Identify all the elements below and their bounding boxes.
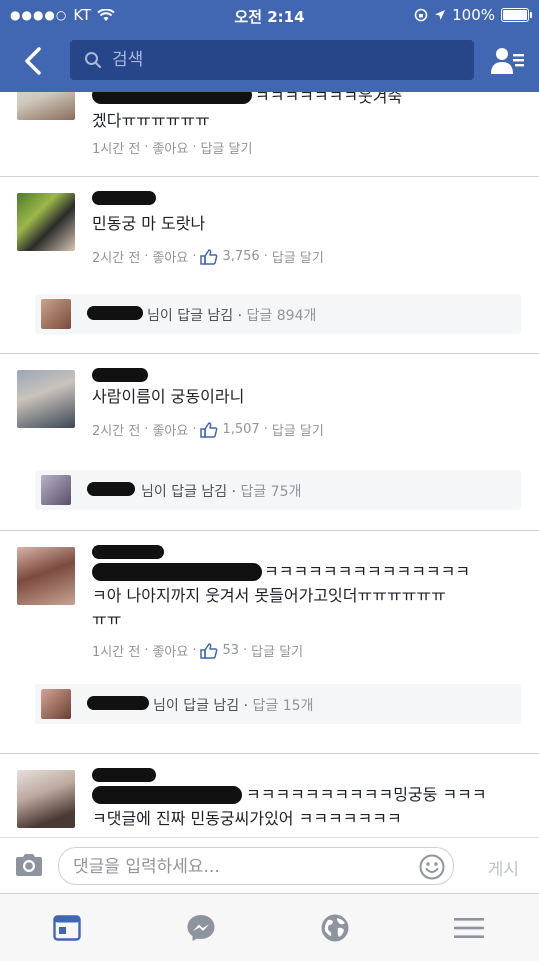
search-bar[interactable] bbox=[70, 40, 474, 80]
search-icon bbox=[85, 52, 102, 69]
avatar[interactable] bbox=[17, 92, 75, 120]
comment-text-line1: ㅋㅋㅋㅋㅋㅋㅋㅋㅋㅋ밍궁둥 ㅋㅋㅋ bbox=[246, 785, 487, 804]
redacted-name bbox=[87, 306, 143, 320]
emoji-button[interactable] bbox=[419, 854, 445, 884]
back-button[interactable] bbox=[18, 44, 48, 78]
divider bbox=[0, 353, 539, 354]
battery-percent: 100% bbox=[452, 6, 495, 24]
friend-requests-icon bbox=[491, 48, 524, 74]
location-icon bbox=[435, 10, 446, 20]
divider bbox=[0, 753, 539, 754]
like-count: 53 bbox=[222, 643, 240, 658]
tab-menu[interactable] bbox=[402, 894, 536, 961]
comment-text-line1: ㅋㅋㅋㅋㅋㅋㅋㅋㅋㅋㅋㅋㅋㅋ bbox=[264, 562, 471, 581]
comment-text: 민동궁 마 도랏나 bbox=[92, 214, 206, 233]
replies-summary[interactable]: 님이 답글 남김 · 답글 894개 bbox=[35, 294, 521, 334]
replies-summary[interactable]: 님이 답글 남김 · 답글 15개 bbox=[35, 684, 521, 724]
tab-bar bbox=[0, 893, 539, 961]
redacted-name bbox=[92, 768, 156, 782]
like-count: 3,756 bbox=[222, 249, 260, 264]
reply-avatar bbox=[41, 689, 71, 719]
comment-meta: 2시간 전 · 좋아요 · 3,756 · 답글 달기 bbox=[92, 247, 324, 266]
redacted-name bbox=[92, 545, 164, 559]
thumbs-up-icon bbox=[200, 421, 218, 438]
status-bar: ●●●●○ KT 오전 2:14 100% bbox=[0, 0, 539, 30]
camera-icon bbox=[16, 854, 42, 876]
redacted-name bbox=[87, 696, 149, 710]
navigation-bar bbox=[0, 30, 539, 92]
search-input[interactable] bbox=[110, 49, 414, 71]
redacted-name bbox=[87, 482, 135, 496]
thumbs-up-icon bbox=[200, 642, 218, 659]
comment-composer: 게시 bbox=[0, 837, 539, 894]
friend-requests-button[interactable] bbox=[491, 46, 525, 76]
comment-text: 겠다ㅠㅠㅠㅠㅠㅠ bbox=[92, 111, 210, 130]
avatar[interactable] bbox=[17, 770, 75, 828]
replies-text: 님이 답글 남김 · 답글 75개 bbox=[141, 484, 302, 500]
reply-count: 답글 894개 bbox=[246, 308, 317, 324]
tab-notifications[interactable] bbox=[268, 894, 402, 961]
replies-text: 님이 답글 남김 · 답글 15개 bbox=[153, 698, 314, 714]
thumbs-up-icon bbox=[200, 248, 218, 265]
avatar[interactable] bbox=[17, 370, 75, 428]
redacted-text bbox=[92, 786, 242, 804]
post-button[interactable]: 게시 bbox=[488, 855, 519, 880]
comment-meta: 1시간 전 · 좋아요 · 답글 달기 bbox=[92, 138, 253, 157]
battery-icon bbox=[501, 8, 532, 22]
like-link[interactable]: 좋아요 bbox=[152, 138, 188, 157]
replies-text: 님이 답글 남김 · 답글 894개 bbox=[147, 308, 317, 324]
like-count: 1,507 bbox=[222, 422, 260, 437]
reply-link[interactable]: 답글 달기 bbox=[272, 420, 324, 439]
redacted-text bbox=[92, 563, 262, 581]
comment-meta: 1시간 전 · 좋아요 · 53 · 답글 달기 bbox=[92, 641, 304, 660]
camera-button[interactable] bbox=[14, 852, 44, 882]
comment-time: 1시간 전 bbox=[92, 645, 141, 660]
comment-input-box[interactable] bbox=[58, 847, 454, 885]
reply-count: 답글 15개 bbox=[252, 698, 314, 714]
comment-text-tail: ㅋㅋㅋㅋㅋㅋㅋ웃겨죽 bbox=[255, 92, 403, 106]
messenger-icon bbox=[187, 914, 215, 941]
chevron-left-icon bbox=[25, 47, 41, 75]
reply-link[interactable]: 답글 달기 bbox=[200, 138, 252, 157]
comment-time: 2시간 전 bbox=[92, 424, 141, 439]
comment-text-line2: ㅋ아 나아지까지 웃겨서 못들어가고잇더ㅠㅠㅠㅠㅠㅠ bbox=[92, 586, 446, 605]
redacted-name bbox=[92, 368, 148, 382]
battery-level bbox=[503, 10, 527, 20]
rotation-lock-icon bbox=[414, 8, 428, 22]
redacted-name bbox=[92, 191, 156, 205]
reply-link[interactable]: 답글 달기 bbox=[272, 247, 324, 266]
avatar[interactable] bbox=[17, 547, 75, 605]
redacted-name bbox=[92, 92, 252, 104]
comment-meta: 2시간 전 · 좋아요 · 1,507 · 답글 달기 bbox=[92, 420, 324, 439]
reply-link[interactable]: 답글 달기 bbox=[251, 641, 303, 660]
divider bbox=[0, 176, 539, 177]
comment-text-line2: ㅋ댓글에 진짜 민동궁씨가있어 ㅋㅋㅋㅋㅋㅋㅋ bbox=[92, 809, 402, 828]
reply-count: 답글 75개 bbox=[240, 484, 302, 500]
avatar[interactable] bbox=[17, 193, 75, 251]
news-feed-icon bbox=[53, 914, 81, 941]
divider bbox=[0, 530, 539, 531]
like-link[interactable]: 좋아요 bbox=[152, 641, 188, 660]
comments-feed[interactable]: ㅋㅋㅋㅋㅋㅋㅋ웃겨죽 겠다ㅠㅠㅠㅠㅠㅠ 1시간 전 · 좋아요 · 답글 달기 … bbox=[0, 92, 539, 837]
reply-avatar bbox=[41, 475, 71, 505]
like-link[interactable]: 좋아요 bbox=[152, 420, 188, 439]
globe-icon bbox=[321, 914, 349, 941]
status-right: 100% bbox=[414, 6, 532, 24]
tab-news-feed[interactable] bbox=[0, 894, 134, 961]
comment-text-line3: ㅠㅠ bbox=[92, 610, 122, 629]
like-link[interactable]: 좋아요 bbox=[152, 247, 188, 266]
replies-summary[interactable]: 님이 답글 남김 · 답글 75개 bbox=[35, 470, 521, 510]
menu-icon bbox=[454, 917, 484, 938]
tab-messenger[interactable] bbox=[134, 894, 268, 961]
comment-time: 1시간 전 bbox=[92, 142, 141, 157]
comment-input[interactable] bbox=[71, 856, 405, 878]
emoji-icon bbox=[419, 854, 445, 880]
comment-text: 사람이름이 궁동이라니 bbox=[92, 387, 245, 406]
reply-avatar bbox=[41, 299, 71, 329]
comment-time: 2시간 전 bbox=[92, 251, 141, 266]
